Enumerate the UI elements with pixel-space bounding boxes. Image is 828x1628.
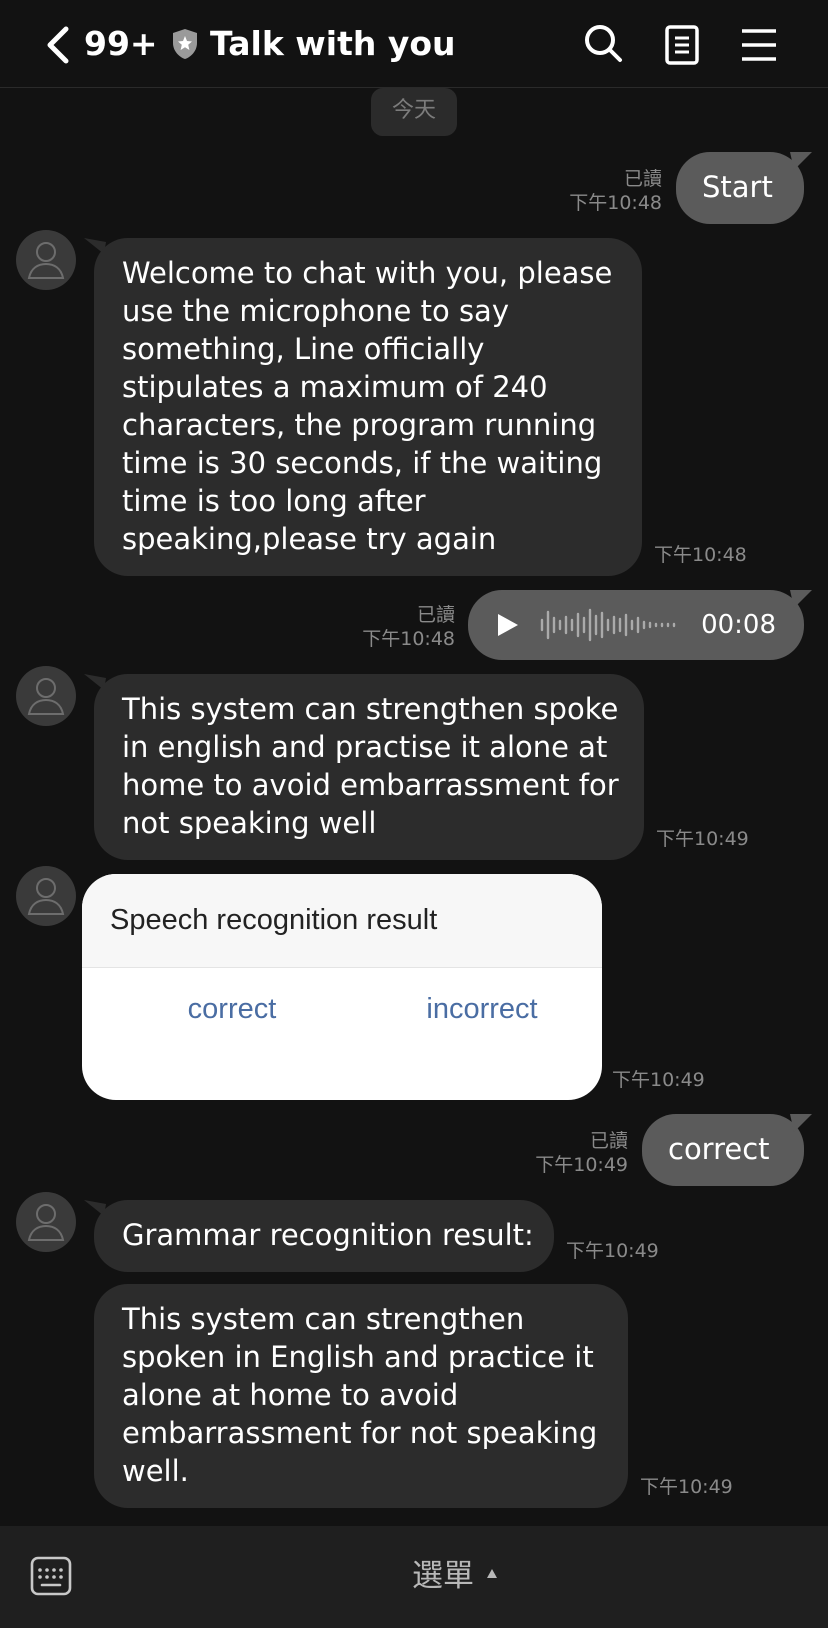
outgoing-message-bubble[interactable]: Start <box>676 152 804 224</box>
incorrect-button[interactable]: incorrect <box>392 984 572 1034</box>
back-chevron-icon[interactable] <box>42 24 76 66</box>
notes-icon[interactable] <box>658 20 706 68</box>
incoming-message-bubble[interactable]: This system can strengthen spoken in Eng… <box>94 1284 628 1508</box>
audio-waveform <box>540 608 676 642</box>
message-line: home to avoid embarrassment for <box>122 768 619 802</box>
voice-message-bubble[interactable]: 00:08 <box>468 590 804 660</box>
message-line: speaking,please try again <box>122 522 497 556</box>
message-line: time is too long after <box>122 484 426 518</box>
chat-header: 99+ Talk with you <box>0 0 828 88</box>
voice-duration: 00:08 <box>701 610 776 640</box>
message-time: 下午10:49 <box>612 1069 705 1091</box>
search-icon[interactable] <box>580 20 628 68</box>
avatar[interactable] <box>16 230 76 290</box>
incoming-message-bubble[interactable]: This system can strengthen spoke in engl… <box>94 674 644 860</box>
outgoing-message-bubble[interactable]: correct <box>642 1114 804 1186</box>
correct-button[interactable]: correct <box>142 984 322 1034</box>
message-line: stipulates a maximum of 240 <box>122 370 548 404</box>
message-time: 下午10:49 <box>656 828 749 850</box>
message-time: 下午10:49 <box>640 1476 733 1498</box>
chat-title: Talk with you <box>210 24 456 63</box>
message-time: 下午10:48 <box>654 544 747 566</box>
card-title: Speech recognition result <box>110 904 438 936</box>
read-status: 已讀 <box>623 168 662 190</box>
message-line: characters, the program running <box>122 408 597 442</box>
play-icon[interactable] <box>494 612 520 638</box>
message-line: alone at home to avoid <box>122 1378 459 1412</box>
person-silhouette-icon <box>27 1204 65 1241</box>
message-line: embarrassment for not speaking <box>122 1416 598 1450</box>
message-time: 下午10:48 <box>362 628 455 650</box>
message-line: time is 30 seconds, if the waiting <box>122 446 603 480</box>
person-silhouette-icon <box>27 242 65 279</box>
bubble-tail <box>790 152 812 170</box>
message-line: something, Line officially <box>122 332 485 366</box>
read-status: 已讀 <box>589 1130 628 1152</box>
avatar[interactable] <box>16 666 76 726</box>
incoming-message-bubble[interactable]: Grammar recognition result: <box>94 1200 554 1272</box>
caret-up-icon[interactable] <box>486 1568 498 1580</box>
message-line: well. <box>122 1454 189 1488</box>
read-status: 已讀 <box>416 604 455 626</box>
message-line: not speaking well <box>122 806 377 840</box>
bottom-bar: 選單 <box>0 1526 828 1628</box>
bubble-tail <box>790 590 812 608</box>
avatar[interactable] <box>16 866 76 926</box>
message-text: Grammar recognition result: <box>122 1218 534 1252</box>
message-line: This system can strengthen <box>122 1302 525 1336</box>
speech-result-card: Speech recognition result correct incorr… <box>82 874 602 1100</box>
message-line: Welcome to chat with you, please <box>122 256 613 290</box>
message-text: Start <box>702 170 773 204</box>
person-silhouette-icon <box>27 678 65 715</box>
message-text: correct <box>668 1132 770 1166</box>
hamburger-menu-icon[interactable] <box>734 20 782 68</box>
bubble-tail <box>790 1114 812 1132</box>
avatar[interactable] <box>16 1192 76 1252</box>
person-silhouette-icon <box>27 878 65 915</box>
message-line: use the microphone to say <box>122 294 509 328</box>
date-separator: 今天 <box>371 88 457 136</box>
card-header: Speech recognition result <box>82 874 602 968</box>
message-line: in english and practise it alone at <box>122 730 608 764</box>
message-time: 下午10:49 <box>535 1154 628 1176</box>
unread-count[interactable]: 99+ <box>84 22 158 66</box>
rich-menu-toggle[interactable]: 選單 <box>412 1556 474 1596</box>
message-line: spoken in English and practice it <box>122 1340 594 1374</box>
shield-star-icon <box>173 29 197 59</box>
message-time: 下午10:48 <box>569 192 662 214</box>
message-line: This system can strengthen spoke <box>122 692 619 726</box>
keyboard-icon[interactable] <box>30 1556 72 1596</box>
incoming-message-bubble[interactable]: Welcome to chat with you, please use the… <box>94 238 642 576</box>
message-time: 下午10:49 <box>566 1240 659 1262</box>
